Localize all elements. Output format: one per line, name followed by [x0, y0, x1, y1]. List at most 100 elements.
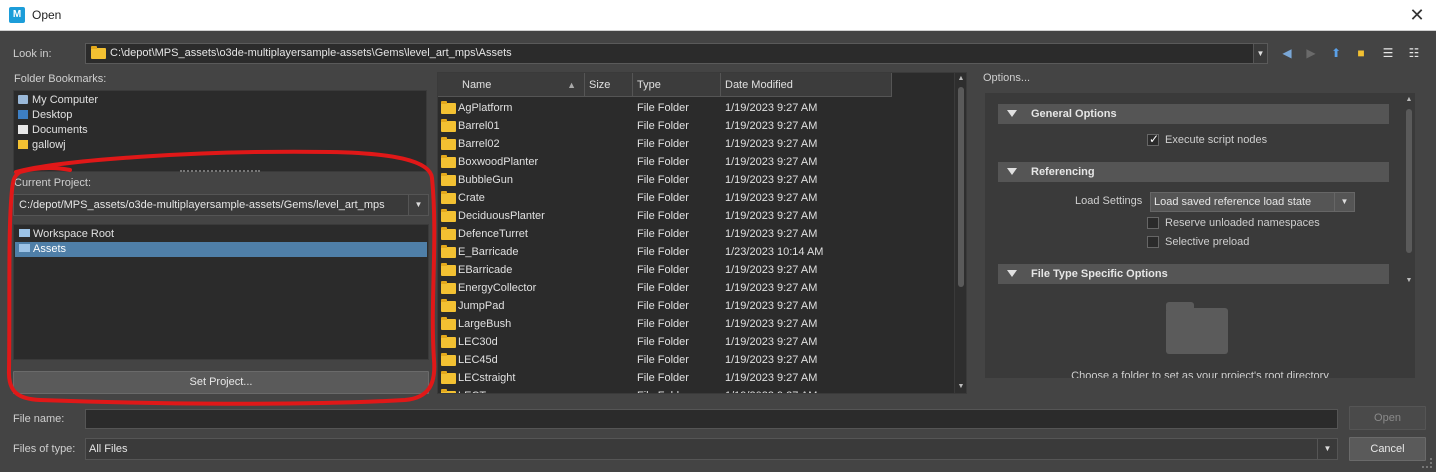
file-row[interactable]: Barrel02 File Folder 1/19/2023 9:27 AM [438, 135, 955, 153]
execute-script-nodes-checkbox[interactable] [1147, 132, 1159, 146]
reserve-namespaces-checkbox[interactable] [1147, 217, 1159, 229]
set-project-button[interactable]: Set Project... [13, 371, 429, 394]
file-row[interactable]: EBarricade File Folder 1/19/2023 9:27 AM [438, 261, 955, 279]
file-type-cell: File Folder [637, 318, 689, 330]
cancel-button[interactable]: Cancel [1349, 437, 1426, 461]
folder-icon [441, 299, 456, 312]
file-date-cell: 1/19/2023 9:27 AM [725, 228, 818, 240]
column-header-size[interactable]: Size [585, 73, 633, 97]
execute-script-nodes-label: Execute script nodes [1165, 134, 1268, 146]
file-name-cell: Barrel01 [458, 120, 500, 132]
file-name-cell: LECstraight [458, 372, 516, 384]
bookmark-desktop[interactable]: Desktop [18, 108, 72, 123]
file-row[interactable]: BubbleGun File Folder 1/19/2023 9:27 AM [438, 171, 955, 189]
selective-preload-label: Selective preload [1165, 236, 1250, 248]
file-row[interactable]: LECstraight File Folder 1/19/2023 9:27 AM [438, 369, 955, 387]
file-row[interactable]: LECT File Folder 1/19/2023 9:27 AM [438, 387, 955, 393]
title-bar: M Open ✕ [0, 0, 1436, 31]
folder-icon [441, 353, 456, 366]
splitter-handle[interactable] [180, 170, 260, 173]
file-row[interactable]: E_Barricade File Folder 1/23/2023 10:14 AM [438, 243, 955, 261]
load-settings-combo[interactable]: Load saved reference load state ▼ [1150, 192, 1355, 212]
open-button[interactable]: Open [1349, 406, 1426, 430]
lookin-combo[interactable]: C:\depot\MPS_assets\o3de-multiplayersamp… [85, 43, 1268, 64]
file-row[interactable]: AgPlatform File Folder 1/19/2023 9:27 AM [438, 99, 955, 117]
folder-icon [441, 317, 456, 330]
file-row[interactable]: DeciduousPlanter File Folder 1/19/2023 9:2… [438, 207, 955, 225]
file-row[interactable]: DefenceTurret File Folder 1/19/2023 9:27 A… [438, 225, 955, 243]
scroll-down-icon[interactable]: ▼ [1404, 276, 1414, 286]
close-icon[interactable]: ✕ [1406, 4, 1428, 26]
bookmark-gallowj[interactable]: gallowj [18, 138, 66, 153]
up-folder-icon[interactable]: ⬆ [1327, 44, 1345, 62]
file-type-cell: File Folder [637, 264, 689, 276]
chevron-down-icon[interactable]: ▼ [408, 195, 428, 215]
file-name-cell: Crate [458, 192, 485, 204]
options-scrollbar[interactable]: ▲ ▼ [1403, 95, 1415, 288]
scroll-thumb[interactable] [1406, 109, 1412, 253]
folder-icon [441, 245, 456, 258]
bookmark-documents[interactable]: Documents [18, 123, 88, 138]
lookin-path: C:\depot\MPS_assets\o3de-multiplayersamp… [110, 47, 512, 59]
chevron-down-icon[interactable]: ▼ [1317, 439, 1337, 459]
chevron-down-icon[interactable]: ▼ [1334, 193, 1354, 211]
general-options-header[interactable]: General Options [998, 104, 1389, 124]
bookmark-label: Documents [32, 124, 88, 136]
project-combo[interactable]: C:/depot/MPS_assets/o3de-multiplayersamp… [13, 194, 429, 216]
selective-preload-checkbox[interactable] [1147, 236, 1159, 248]
file-row[interactable]: LargeBush File Folder 1/19/2023 9:27 AM [438, 315, 955, 333]
column-header-date[interactable]: Date Modified [721, 73, 892, 97]
new-folder-icon[interactable]: ■ [1352, 44, 1370, 62]
file-row[interactable]: EnergyCollector File Folder 1/19/2023 9:27… [438, 279, 955, 297]
scroll-thumb[interactable] [958, 87, 964, 287]
file-row[interactable]: LEC30d File Folder 1/19/2023 9:27 AM [438, 333, 955, 351]
referencing-header[interactable]: Referencing [998, 162, 1389, 182]
file-type-cell: File Folder [637, 102, 689, 114]
tree-item-workspace-root[interactable]: Workspace Root [15, 227, 427, 242]
column-header-name[interactable]: Name ▲ [458, 73, 585, 97]
bookmark-label: gallowj [32, 139, 66, 151]
file-date-cell: 1/19/2023 9:27 AM [725, 120, 818, 132]
collapse-triangle-icon [1007, 270, 1017, 277]
file-row[interactable]: Crate File Folder 1/19/2023 9:27 AM [438, 189, 955, 207]
file-date-cell: 1/19/2023 9:27 AM [725, 354, 818, 366]
list-view-icon[interactable]: ☰ [1379, 44, 1397, 62]
file-date-cell: 1/19/2023 9:27 AM [725, 156, 818, 168]
files-of-type-combo[interactable]: All Files ▼ [85, 438, 1338, 460]
column-header-type[interactable]: Type [633, 73, 721, 97]
scroll-down-icon[interactable]: ▼ [956, 382, 966, 392]
file-date-cell: 1/19/2023 9:27 AM [725, 318, 818, 330]
file-row[interactable]: BoxwoodPlanter File Folder 1/19/2023 9:27 … [438, 153, 955, 171]
bookmark-label: Desktop [32, 109, 73, 121]
file-date-cell: 1/19/2023 9:27 AM [725, 264, 818, 276]
file-date-cell: 1/19/2023 9:27 AM [725, 138, 818, 150]
tree-item-assets[interactable]: Assets [15, 242, 427, 257]
forward-icon[interactable]: ▶ [1302, 44, 1320, 62]
file-type-cell: File Folder [637, 210, 689, 222]
files-of-type-label: Files of type: [13, 443, 76, 455]
file-date-cell: 1/23/2023 10:14 AM [725, 246, 824, 258]
folder-icon [441, 191, 456, 204]
bookmarks-list: My Computer Desktop Documents gallowj [13, 90, 427, 172]
folder-icon [441, 389, 456, 393]
scroll-up-icon[interactable]: ▲ [956, 74, 966, 84]
scroll-up-icon[interactable]: ▲ [1404, 95, 1414, 105]
file-name-input[interactable] [85, 409, 1338, 429]
file-row[interactable]: JumpPad File Folder 1/19/2023 9:27 AM [438, 297, 955, 315]
chevron-down-icon[interactable]: ▼ [1253, 44, 1267, 63]
column-label: Name [462, 79, 492, 91]
file-name-cell: LEC30d [458, 336, 498, 348]
lookin-label: Look in: [13, 48, 52, 60]
folder-icon [441, 155, 456, 168]
file-name-cell: EBarricade [458, 264, 513, 276]
resize-grip[interactable] [1422, 458, 1432, 468]
file-row[interactable]: LEC45d File Folder 1/19/2023 9:27 AM [438, 351, 955, 369]
file-row[interactable]: Barrel01 File Folder 1/19/2023 9:27 AM [438, 117, 955, 135]
bookmarks-label: Folder Bookmarks: [14, 73, 107, 85]
back-icon[interactable]: ◀ [1278, 44, 1296, 62]
file-name-cell: LECT [458, 387, 585, 393]
file-type-options-header[interactable]: File Type Specific Options [998, 264, 1389, 284]
detail-view-icon[interactable]: ☷ [1405, 44, 1423, 62]
file-list-scrollbar[interactable]: ▲ ▼ [954, 73, 966, 393]
bookmark-my-computer[interactable]: My Computer [18, 93, 98, 108]
